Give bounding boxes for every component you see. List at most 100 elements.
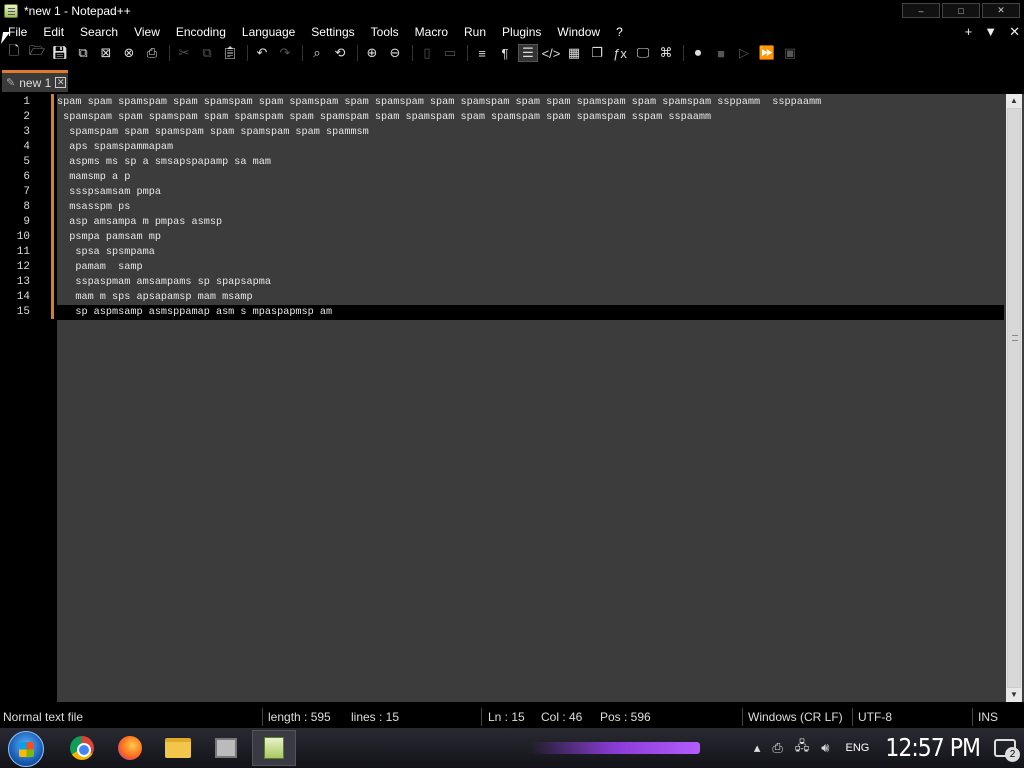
menu-view[interactable]: View [126, 22, 168, 42]
taskbar-chrome[interactable] [60, 730, 104, 766]
start-button[interactable] [8, 731, 44, 767]
close-window-button[interactable]: ✕ [982, 3, 1020, 18]
taskbar-package-app[interactable] [204, 730, 248, 766]
find-icon[interactable]: ⌕ [307, 44, 327, 62]
show-hidden-icons-icon[interactable]: ▴ [754, 740, 761, 756]
code-line[interactable]: msasspm ps [57, 200, 1004, 215]
printer-icon[interactable]: ⎙ [772, 740, 782, 756]
code-line[interactable]: spamspam spam spamspam spam spamspam spa… [57, 110, 1004, 125]
tab-list-dropdown-icon[interactable]: ▼ [984, 22, 997, 42]
notepadpp-icon [264, 737, 284, 759]
close-document-icon[interactable]: ✕ [1009, 22, 1020, 42]
screenshot-icon[interactable]: ⌘ [656, 44, 676, 62]
tab-new-1[interactable]: ✎ new 1 ✕ [2, 70, 68, 92]
replace-icon[interactable]: ⟲ [330, 44, 350, 62]
folder-icon [165, 738, 191, 758]
save-icon[interactable]: 💾︎ [50, 44, 70, 62]
toolbar-separator [412, 45, 413, 61]
status-divider [742, 708, 743, 726]
indent-guide-icon[interactable]: ☰ [518, 44, 538, 62]
action-center-icon[interactable]: 2 [994, 739, 1020, 762]
close-all-icon[interactable]: ⊗ [119, 44, 139, 62]
record-macro-icon[interactable]: ⏺ [688, 44, 708, 62]
fx-icon[interactable]: ƒx [610, 44, 630, 62]
undo-icon[interactable]: ↶ [252, 44, 272, 62]
notepadpp-app-icon[interactable] [4, 4, 18, 18]
paste-icon[interactable]: 📋︎ [220, 44, 240, 62]
document-map-icon[interactable]: ▦ [564, 44, 584, 62]
status-divider [481, 708, 482, 726]
code-line[interactable]: spam spam spamspam spam spamspam spam sp… [57, 95, 1004, 110]
close-icon[interactable]: ⊠ [96, 44, 116, 62]
taskbar-file-explorer[interactable] [156, 730, 200, 766]
code-line[interactable]: mam m sps apsapamsp mam msamp [57, 290, 1004, 305]
menu-window[interactable]: Window [549, 22, 608, 42]
code-line[interactable]: spsa spsmpama [57, 245, 1004, 260]
status-encoding[interactable]: UTF-8 [858, 710, 892, 724]
taskbar-notepadpp[interactable] [252, 730, 296, 766]
code-line[interactable]: aspms ms sp a smsapspapamp sa mam [57, 155, 1004, 170]
code-line[interactable]: spamspam spam spamspam spam spamspam spa… [57, 125, 1004, 140]
copy-icon[interactable]: ⧉ [197, 44, 217, 62]
menu-run[interactable]: Run [456, 22, 494, 42]
new-file-icon[interactable]: 🗋 [4, 43, 24, 62]
status-eol[interactable]: Windows (CR LF) [748, 710, 843, 724]
menu-help[interactable]: ? [608, 22, 631, 42]
save-all-icon[interactable]: ⧉ [73, 44, 93, 62]
code-line[interactable]: psmpa pamsam mp [57, 230, 1004, 245]
sync-vertical-icon[interactable]: ▯ [417, 44, 437, 62]
status-insert-mode[interactable]: INS [978, 710, 998, 724]
menu-macro[interactable]: Macro [407, 22, 456, 42]
line-number: 9 [23, 216, 30, 228]
code-line[interactable]: aps spamspammapam [57, 140, 1004, 155]
save-macro-icon[interactable]: ▣ [780, 44, 800, 62]
code-line[interactable]: sp aspmsamp asmsppamap asm s mpaspapmsp … [57, 305, 1004, 320]
network-icon[interactable]: 🖧︎ [795, 737, 810, 759]
new-tab-plus-icon[interactable]: + [965, 22, 973, 42]
play-macro-icon[interactable]: ▷ [734, 44, 754, 62]
menu-tools[interactable]: Tools [363, 22, 407, 42]
redo-icon[interactable]: ↷ [275, 44, 295, 62]
code-line[interactable]: sspaspmam amsampams sp spapsapma [57, 275, 1004, 290]
menu-plugins[interactable]: Plugins [494, 22, 549, 42]
monitor-icon[interactable]: 🖵︎ [633, 44, 653, 62]
line-number: 3 [23, 126, 30, 138]
xml-tag-icon[interactable]: </> [541, 44, 561, 62]
scrollbar-thumb[interactable] [1007, 108, 1021, 688]
minimize-button[interactable]: – [902, 3, 940, 18]
menu-encoding[interactable]: Encoding [168, 22, 234, 42]
toolbar-separator [247, 45, 248, 61]
menu-edit[interactable]: Edit [35, 22, 72, 42]
menu-search[interactable]: Search [72, 22, 126, 42]
function-list-icon[interactable]: ❐ [587, 44, 607, 62]
tab-label: new 1 [19, 75, 52, 90]
code-line[interactable]: ssspsamsam pmpa [57, 185, 1004, 200]
zoom-in-icon[interactable]: ⊕ [362, 44, 382, 62]
tab-close-icon[interactable]: ✕ [55, 77, 67, 88]
title-bar: *new 1 - Notepad++ – □ ✕ [0, 0, 1024, 22]
word-wrap-icon[interactable]: ≡ [472, 44, 492, 62]
code-line[interactable]: pamam samp [57, 260, 1004, 275]
menu-language[interactable]: Language [234, 22, 303, 42]
clock[interactable]: 12:57 PM [885, 734, 981, 763]
menu-settings[interactable]: Settings [303, 22, 362, 42]
open-file-icon[interactable]: 🗁 [27, 43, 47, 62]
maximize-button[interactable]: □ [942, 3, 980, 18]
print-icon[interactable]: ⎙ [142, 44, 162, 62]
line-number: 15 [16, 306, 30, 318]
taskbar-firefox[interactable] [108, 730, 152, 766]
run-multiple-icon[interactable]: ⏩ [757, 44, 777, 62]
show-all-chars-icon[interactable]: ¶ [495, 44, 515, 62]
cut-icon[interactable]: ✂ [174, 44, 194, 62]
scroll-down-arrow-icon[interactable]: ▼ [1006, 688, 1022, 702]
scroll-up-arrow-icon[interactable]: ▲ [1006, 94, 1022, 108]
code-line[interactable]: asp amsampa m pmpas asmsp [57, 215, 1004, 230]
zoom-out-icon[interactable]: ⊖ [385, 44, 405, 62]
language-indicator[interactable]: ENG [846, 742, 870, 754]
text-editing-area[interactable]: spam spam spamspam spam spamspam spam sp… [57, 94, 1004, 702]
sync-horizontal-icon[interactable]: ▭ [440, 44, 460, 62]
code-line[interactable]: mamsmp a p [57, 170, 1004, 185]
volume-icon[interactable]: 🔊︎ [821, 740, 829, 756]
stop-record-icon[interactable]: ■ [711, 44, 731, 62]
vertical-scrollbar[interactable]: ▲ ▼ [1006, 94, 1022, 702]
